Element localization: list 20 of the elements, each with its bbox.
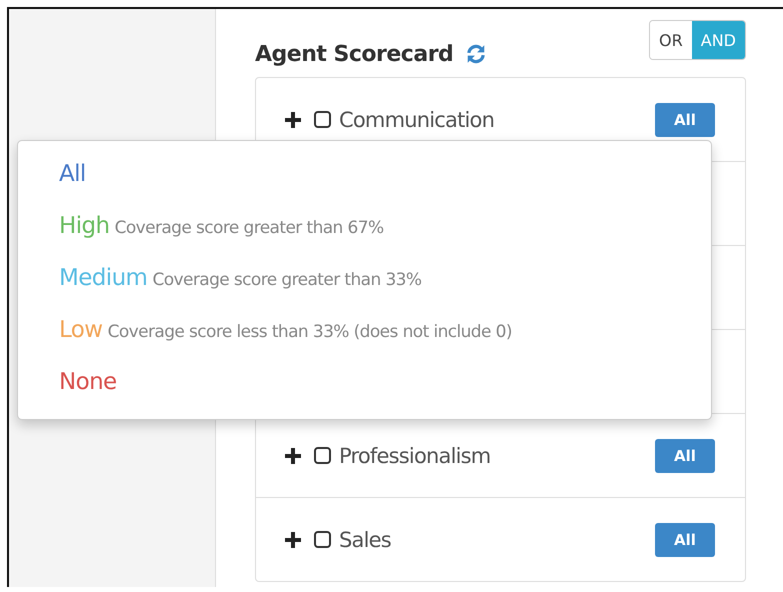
filter-badge[interactable]: All <box>655 102 715 136</box>
menu-item[interactable]: Medium Coverage score greater than 33% <box>59 265 711 317</box>
filter-badge[interactable]: All <box>655 438 715 472</box>
category-label: Communication <box>339 108 496 132</box>
category-label: Professionalism <box>339 444 492 468</box>
panel-title: Agent Scorecard <box>255 42 454 66</box>
menu-item[interactable]: None <box>59 369 711 421</box>
plus-icon[interactable] <box>285 112 301 128</box>
menu-item[interactable]: All <box>59 161 711 213</box>
category-label: Sales <box>339 528 392 552</box>
filter-badge[interactable]: All <box>655 522 715 556</box>
plus-icon[interactable] <box>285 532 301 548</box>
plus-icon[interactable] <box>285 448 301 464</box>
logic-toggle-option[interactable]: AND <box>692 21 745 59</box>
refresh-icon[interactable] <box>465 43 488 65</box>
checkbox[interactable] <box>314 111 331 128</box>
menu-item[interactable]: High Coverage score greater than 67% <box>59 213 711 265</box>
checkbox[interactable] <box>314 531 331 548</box>
checkbox[interactable] <box>314 447 331 464</box>
menu-item[interactable]: Low Coverage score less than 33% (does not include 0) <box>59 317 711 369</box>
